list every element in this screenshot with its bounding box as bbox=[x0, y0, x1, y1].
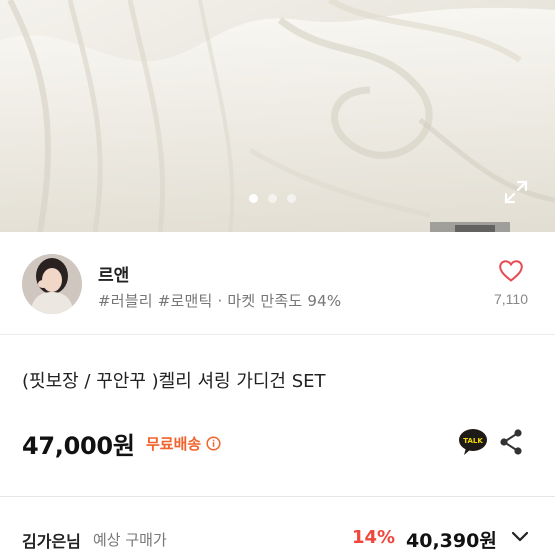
seller-info[interactable]: 르앤 #러블리 #로맨틱 · 마켓 만족도 94% 7,110 bbox=[0, 232, 555, 335]
gallery-dot[interactable] bbox=[287, 194, 296, 203]
shipping-label: 무료배송 bbox=[146, 435, 202, 453]
product-image-gallery[interactable] bbox=[0, 0, 555, 232]
like-count: 7,110 bbox=[494, 291, 528, 307]
seller-tags: #러블리 #로맨틱 · 마켓 만족도 94% bbox=[98, 292, 342, 310]
seller-name[interactable]: 르앤 bbox=[98, 261, 129, 286]
shipping-info[interactable]: 무료배송 bbox=[146, 433, 221, 454]
heart-outline-icon bbox=[499, 260, 523, 282]
avatar[interactable] bbox=[22, 254, 82, 314]
gallery-dot[interactable] bbox=[249, 194, 258, 203]
expand-icon[interactable] bbox=[503, 179, 529, 205]
buyer-name: 김가은님 bbox=[22, 532, 81, 551]
talk-label: TALK bbox=[463, 437, 483, 445]
expected-price-label: 예상 구매가 bbox=[93, 531, 167, 549]
expected-price: 40,390원 bbox=[406, 530, 497, 552]
product-title: (핏보장 / 꾸안꾸 )켈리 셔링 가디건 SET bbox=[22, 371, 326, 392]
talk-button[interactable]: TALK bbox=[458, 428, 488, 456]
info-icon[interactable] bbox=[206, 436, 221, 451]
gallery-pagination bbox=[249, 194, 296, 203]
product-price: 47,000원 bbox=[22, 432, 135, 460]
section-divider bbox=[0, 496, 555, 497]
gallery-dot[interactable] bbox=[268, 194, 277, 203]
share-icon[interactable] bbox=[499, 428, 523, 456]
chevron-down-icon[interactable] bbox=[510, 530, 530, 544]
like-button[interactable]: 7,110 bbox=[494, 259, 528, 307]
seller-photo bbox=[22, 254, 82, 314]
discount-rate: 14% bbox=[352, 527, 396, 548]
